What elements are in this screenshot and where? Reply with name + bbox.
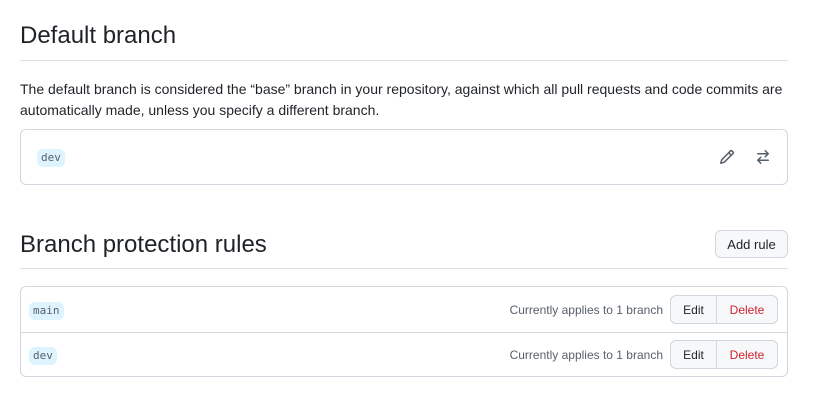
delete-rule-button[interactable]: Delete [717,341,777,368]
default-branch-description: The default branch is considered the “ba… [20,81,783,118]
add-rule-button[interactable]: Add rule [715,230,788,258]
default-branch-divider [20,60,788,61]
edit-rule-button[interactable]: Edit [671,341,717,368]
default-branch-name: dev [37,149,65,167]
delete-rule-button[interactable]: Delete [717,296,777,323]
rule-actions: Edit Delete [670,295,778,324]
rule-branch-name[interactable]: main [29,302,64,320]
edit-rule-button[interactable]: Edit [671,296,717,323]
branch-protection-title: Branch protection rules [20,231,267,258]
rule-applies-text: Currently applies to 1 branch [509,348,663,362]
protection-rules-list: main Currently applies to 1 branch Edit … [20,286,788,377]
rule-applies-text: Currently applies to 1 branch [509,303,663,317]
branch-protection-divider [20,268,788,269]
default-branch-title: Default branch [20,22,177,49]
rule-actions: Edit Delete [670,340,778,369]
protection-rule-row: main Currently applies to 1 branch Edit … [21,287,787,332]
rule-branch-name[interactable]: dev [29,347,57,365]
default-branch-box: dev [20,129,788,185]
pencil-icon[interactable] [717,147,737,167]
arrow-switch-icon[interactable] [753,147,773,167]
protection-rule-row: dev Currently applies to 1 branch Edit D… [21,332,787,377]
